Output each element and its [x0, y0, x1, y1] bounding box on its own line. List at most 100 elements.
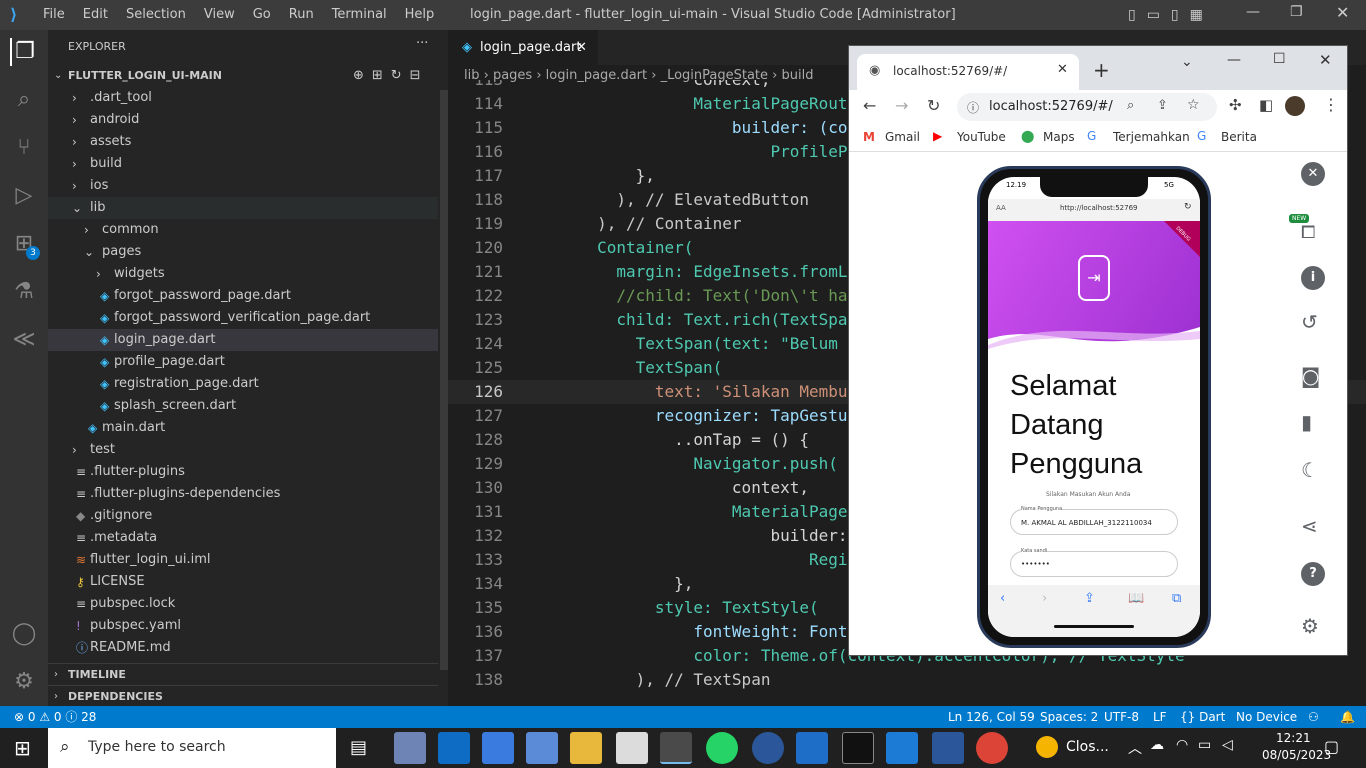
- tray-cloud-icon[interactable]: ☁: [1150, 737, 1164, 753]
- url-text[interactable]: localhost:52769/#/: [989, 99, 1113, 114]
- password-value[interactable]: •••••••: [1021, 560, 1050, 568]
- app-closing-label[interactable]: Clos...: [1066, 739, 1109, 755]
- tray-volume-icon[interactable]: ◁: [1222, 737, 1233, 753]
- restore-button[interactable]: ❐: [1290, 4, 1303, 20]
- app-chrome-icon[interactable]: [976, 732, 1008, 764]
- tree-folder[interactable]: ⌄ lib: [48, 197, 438, 219]
- browser-minimize-button[interactable]: —: [1227, 52, 1241, 68]
- menu-terminal[interactable]: Terminal: [332, 7, 387, 22]
- app-snip-icon[interactable]: [394, 732, 426, 764]
- taskbar-time[interactable]: 12:21: [1276, 731, 1311, 745]
- app-closing-icon[interactable]: [1036, 736, 1058, 758]
- app-notepad-icon[interactable]: [616, 732, 648, 764]
- profile-avatar[interactable]: [1285, 96, 1305, 116]
- language-mode[interactable]: {} Dart: [1180, 706, 1225, 728]
- username-field[interactable]: Nama Pengguna M. AKMAL AL ABDILLAH_31221…: [1010, 506, 1178, 535]
- password-field[interactable]: Kata sandi •••••••: [1010, 548, 1178, 577]
- app-chrome-active-icon[interactable]: [660, 732, 692, 764]
- layout-icons[interactable]: ▯▭▯▦: [1128, 7, 1214, 23]
- source-control-icon[interactable]: ⑂: [10, 134, 38, 162]
- tree-file[interactable]: ≡ .flutter-plugins-dependencies: [48, 483, 438, 505]
- help-icon[interactable]: ?: [1301, 562, 1325, 586]
- tab-search-icon[interactable]: ⌄: [1181, 54, 1193, 70]
- forward-icon[interactable]: →: [895, 96, 908, 115]
- tray-battery-icon[interactable]: ▭: [1198, 737, 1211, 753]
- menu-go[interactable]: Go: [253, 7, 271, 22]
- feedback-icon[interactable]: ⚇: [1308, 706, 1319, 728]
- tree-file[interactable]: ⓘ README.md: [48, 637, 438, 659]
- bookmark-terjemahkan[interactable]: Terjemahkan: [1113, 130, 1190, 144]
- tab-close-icon[interactable]: ✕: [576, 30, 587, 65]
- problems-count[interactable]: ⊗ 0 ⚠ 0 ⓘ 28: [14, 706, 96, 728]
- video-icon[interactable]: ▮: [1301, 410, 1312, 434]
- explorer-icon[interactable]: ❐: [10, 38, 38, 66]
- tree-file[interactable]: ≡ pubspec.lock: [48, 593, 438, 615]
- site-info-icon[interactable]: ⓘ: [967, 99, 979, 116]
- menu-edit[interactable]: Edit: [83, 7, 108, 22]
- tray-wifi-icon[interactable]: ◠: [1176, 737, 1188, 753]
- share-network-icon[interactable]: ⋖: [1301, 514, 1318, 538]
- minimize-button[interactable]: —: [1246, 4, 1260, 20]
- device-close-icon[interactable]: ✕: [1301, 162, 1325, 186]
- flutter-icon[interactable]: ≪: [10, 326, 38, 354]
- taskbar-search[interactable]: ⌕ Type here to search: [48, 728, 336, 768]
- menu-run[interactable]: Run: [289, 7, 314, 22]
- tree-folder[interactable]: › android: [48, 109, 438, 131]
- notification-center-icon[interactable]: ▢: [1324, 737, 1339, 756]
- app-files-icon[interactable]: [526, 732, 558, 764]
- tree-file[interactable]: ◈ login_page.dart: [48, 329, 438, 351]
- address-bar[interactable]: ⓘ localhost:52769/#/ ⌕ ⇪ ☆: [957, 93, 1217, 121]
- bookmark-youtube[interactable]: YouTube: [957, 130, 1006, 144]
- testing-icon[interactable]: ⚗: [10, 278, 38, 306]
- back-icon[interactable]: ←: [863, 96, 876, 115]
- windows-start-icon[interactable]: ⊞: [14, 736, 31, 760]
- tree-folder[interactable]: › common: [48, 219, 438, 241]
- side-panel-icon[interactable]: ◧: [1259, 96, 1273, 114]
- app-whatsapp-icon[interactable]: [706, 732, 738, 764]
- code-line[interactable]: 138 ), // TextSpan: [448, 668, 1366, 692]
- tree-file[interactable]: ◆ .gitignore: [48, 505, 438, 527]
- browser-menu-icon[interactable]: ⋮: [1323, 95, 1339, 114]
- tree-file[interactable]: ≡ .metadata: [48, 527, 438, 549]
- cursor-position[interactable]: Ln 126, Col 59: [948, 706, 1035, 728]
- username-value[interactable]: M. AKMAL AL ABDILLAH_3122110034: [1021, 519, 1152, 527]
- extensions-puzzle-icon[interactable]: ✣: [1229, 96, 1242, 114]
- browser-close-button[interactable]: ✕: [1319, 51, 1332, 69]
- tree-file[interactable]: ◈ forgot_password_page.dart: [48, 285, 438, 307]
- tree-folder[interactable]: › widgets: [48, 263, 438, 285]
- tray-chevron-icon[interactable]: ︿: [1128, 738, 1142, 758]
- dependencies-section[interactable]: › DEPENDENCIES: [48, 685, 438, 707]
- tree-file[interactable]: ≋ flutter_login_ui.iml: [48, 549, 438, 571]
- share-icon[interactable]: ⇪: [1157, 98, 1168, 113]
- search-icon[interactable]: ⌕: [10, 86, 38, 114]
- run-debug-icon[interactable]: ▷: [10, 182, 38, 210]
- tree-file[interactable]: ◈ registration_page.dart: [48, 373, 438, 395]
- encoding[interactable]: UTF-8: [1104, 706, 1139, 728]
- tree-folder[interactable]: › ios: [48, 175, 438, 197]
- tree-folder[interactable]: › .dart_tool: [48, 87, 438, 109]
- timeline-section[interactable]: › TIMELINE: [48, 663, 438, 685]
- menu-help[interactable]: Help: [405, 7, 435, 22]
- workspace-root[interactable]: ⌄ FLUTTER_LOGIN_UI-MAIN ⊕⊞↻⊟: [48, 65, 438, 87]
- new-tab-icon[interactable]: +: [1093, 58, 1110, 82]
- bookmark-gmail[interactable]: Gmail: [885, 130, 920, 144]
- indentation[interactable]: Spaces: 2: [1040, 706, 1098, 728]
- tree-folder[interactable]: › test: [48, 439, 438, 461]
- bookmark-maps[interactable]: Maps: [1043, 130, 1075, 144]
- menu-selection[interactable]: Selection: [126, 7, 186, 22]
- tree-file[interactable]: ◈ main.dart: [48, 417, 438, 439]
- tree-file[interactable]: ⚷ LICENSE: [48, 571, 438, 593]
- reload-icon[interactable]: ↻: [927, 96, 940, 115]
- menu-view[interactable]: View: [204, 7, 235, 22]
- tree-file[interactable]: ◈ profile_page.dart: [48, 351, 438, 373]
- tree-file[interactable]: ◈ forgot_password_verification_page.dart: [48, 307, 438, 329]
- camera-icon[interactable]: ◙: [1301, 364, 1320, 388]
- app-explorer-icon[interactable]: [570, 732, 602, 764]
- close-window-button[interactable]: ✕: [1336, 3, 1349, 22]
- browser-maximize-button[interactable]: ☐: [1273, 51, 1286, 67]
- app-terminal-icon[interactable]: [842, 732, 874, 764]
- tree-file[interactable]: ≡ .flutter-plugins: [48, 461, 438, 483]
- app-word-icon[interactable]: [932, 732, 964, 764]
- info-icon[interactable]: i: [1301, 266, 1325, 290]
- end-of-line[interactable]: LF: [1153, 706, 1167, 728]
